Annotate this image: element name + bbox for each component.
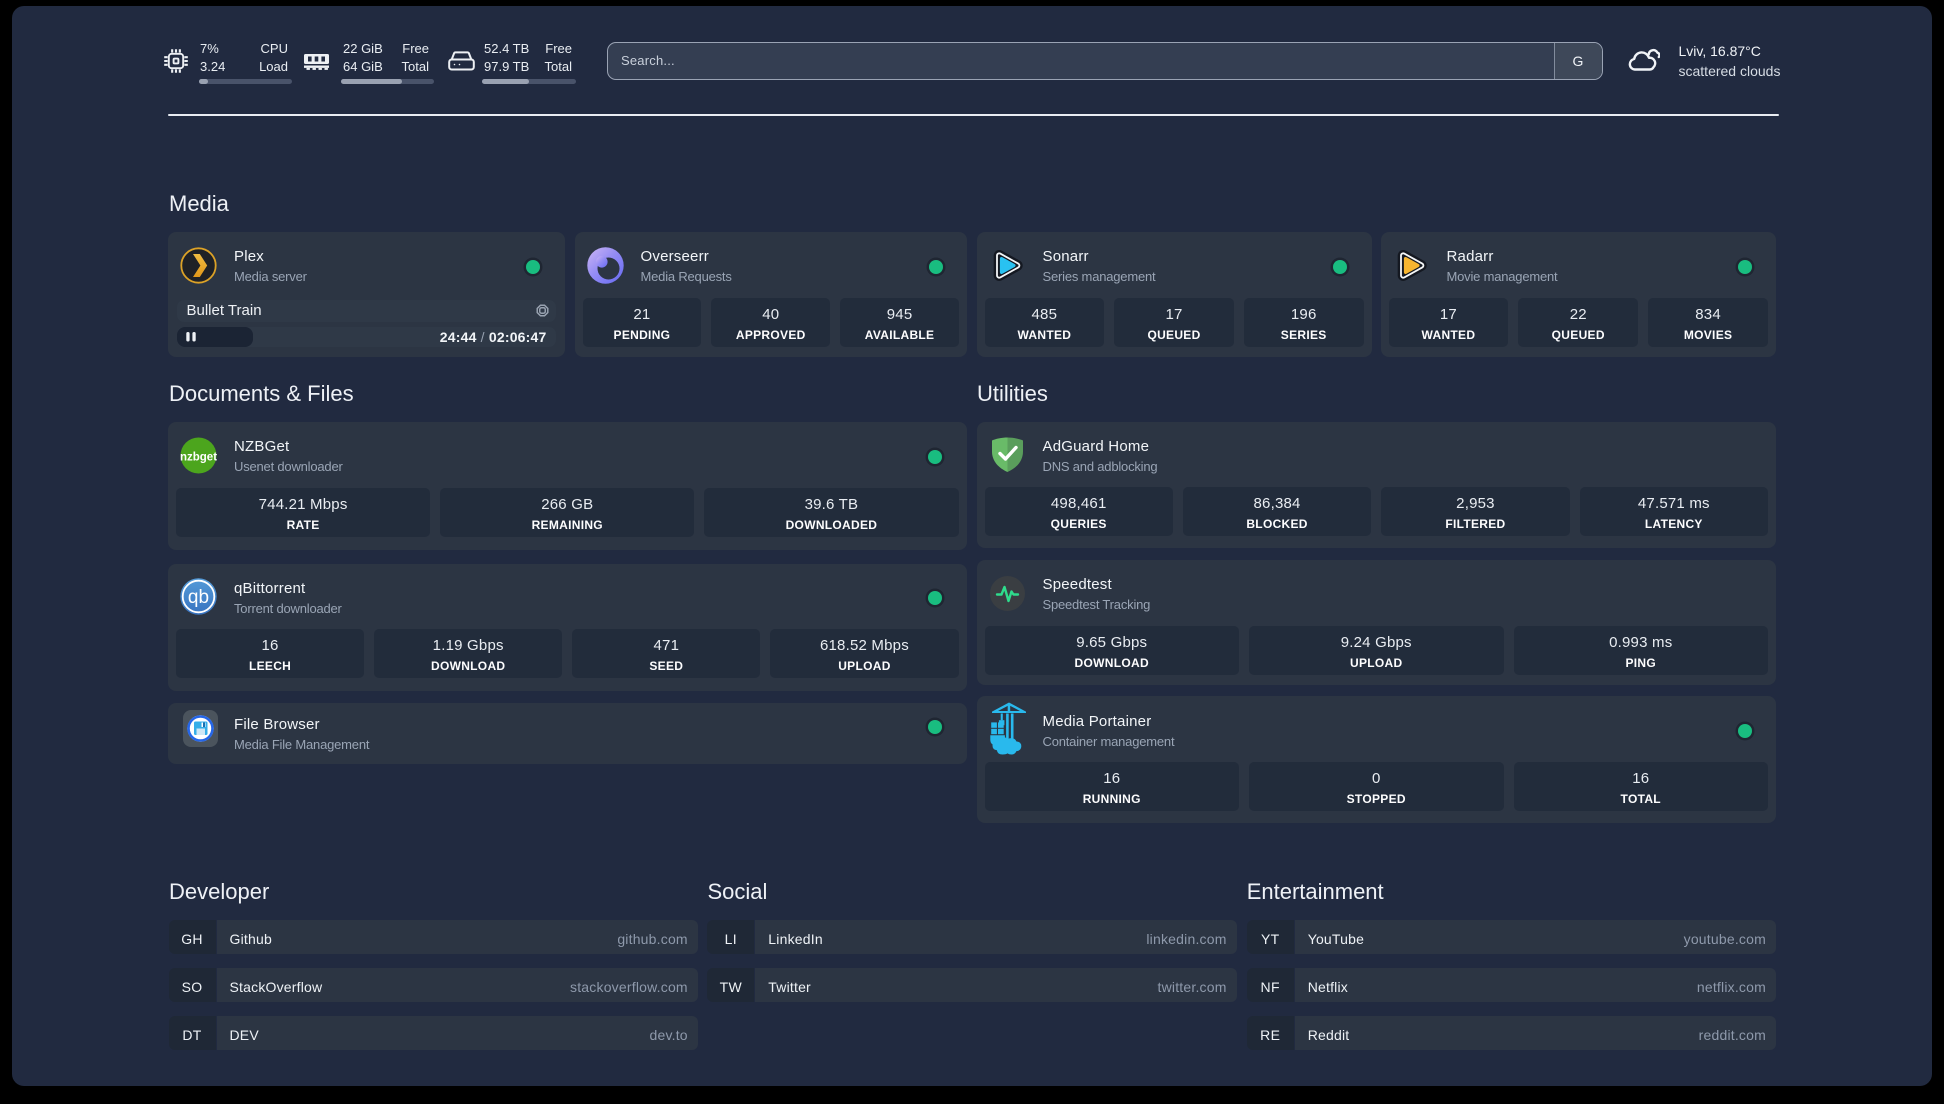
svg-text:qb: qb <box>188 587 209 608</box>
svg-text:nzbget: nzbget <box>180 451 217 463</box>
